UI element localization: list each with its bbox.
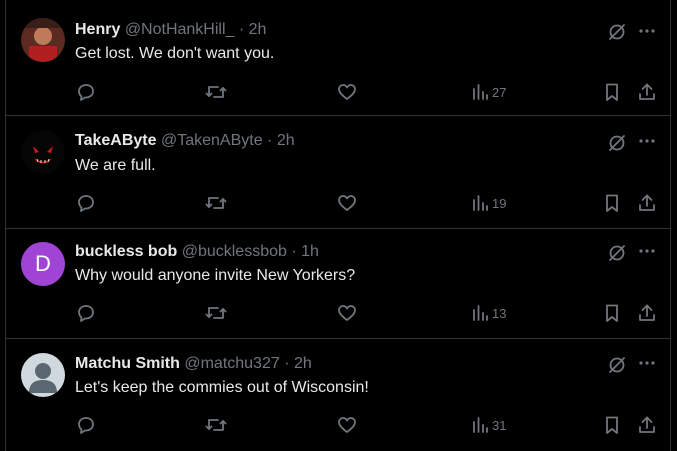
more-icon[interactable] [636,240,658,262]
view-count: 27 [492,84,507,100]
timestamp[interactable]: 2h [294,355,312,372]
more-icon[interactable] [636,130,658,152]
action-bar: 19 [6,192,670,214]
repost-icon [205,419,227,431]
action-bar: 13 [6,302,670,324]
avatar[interactable]: D [21,242,65,286]
repost-button[interactable] [205,302,227,324]
heart-icon [338,195,356,211]
reply-button[interactable] [76,302,96,324]
share-icon [639,194,655,211]
user-handle[interactable]: @bucklessbob [182,243,287,260]
tweet-text: Let's keep the commies out of Wisconsin! [75,379,369,396]
views-button[interactable]: 27 [471,81,506,103]
more-icon[interactable] [636,20,658,42]
heart-icon [338,417,356,433]
reply-icon [78,84,94,101]
views-button[interactable]: 19 [471,192,506,214]
reply-button[interactable] [76,81,96,103]
separator: · [284,355,290,372]
bookmark-icon [606,83,618,101]
share-icon [639,304,655,321]
tweet[interactable]: TakeAByte @TakenAByte · 2h We are full. … [6,116,670,229]
share-button[interactable] [637,192,657,214]
user-handle[interactable]: @matchu327 [184,355,279,372]
tweet-text: Why would anyone invite New Yorkers? [75,267,356,284]
action-bar: 27 [6,81,670,103]
avatar[interactable] [21,130,65,174]
grok-icon[interactable] [606,132,628,154]
share-button[interactable] [637,302,657,324]
heart-icon [338,305,356,321]
reply-icon [78,417,94,434]
repost-icon [205,86,227,98]
user-handle[interactable]: @NotHankHill_ [125,21,235,38]
timestamp[interactable]: 2h [249,21,267,38]
heart-icon [338,84,356,100]
bookmark-button[interactable] [603,81,621,103]
share-button[interactable] [637,414,657,436]
action-bar: 31 [6,414,670,436]
reply-button[interactable] [76,192,96,214]
reply-icon [78,195,94,212]
view-count: 31 [492,417,507,433]
like-button[interactable] [337,81,357,103]
separator: · [291,243,297,260]
view-count: 19 [492,195,507,211]
bookmark-button[interactable] [603,302,621,324]
avatar-letter: D [35,251,51,276]
repost-button[interactable] [205,414,227,436]
like-button[interactable] [337,414,357,436]
tweet[interactable]: D buckless bob @bucklessbob · 1h Why wou… [6,229,670,339]
views-icon [473,195,488,211]
views-icon [473,305,488,321]
tweet-header: Henry @NotHankHill_ · 2h [75,20,580,40]
grok-icon[interactable] [606,354,628,376]
bookmark-icon [606,304,618,322]
repost-button[interactable] [205,192,227,214]
display-name[interactable]: Matchu Smith [75,355,180,372]
avatar[interactable] [21,18,65,62]
reply-button[interactable] [76,414,96,436]
like-button[interactable] [337,192,357,214]
grok-icon[interactable] [606,21,628,43]
more-icon[interactable] [636,352,658,374]
tweet[interactable]: Matchu Smith @matchu327 · 2h Let's keep … [6,339,670,451]
bookmark-icon [606,194,618,212]
display-name[interactable]: buckless bob [75,243,177,260]
grok-icon[interactable] [606,242,628,264]
display-name[interactable]: TakeAByte [75,132,157,149]
like-button[interactable] [337,302,357,324]
repost-icon [205,197,227,209]
tweet-header: buckless bob @bucklessbob · 1h [75,242,580,262]
views-icon [473,417,488,433]
timestamp[interactable]: 2h [277,132,295,149]
views-icon [473,84,488,100]
repost-icon [205,307,227,319]
separator: · [267,132,273,149]
tweet-text: Get lost. We don't want you. [75,45,275,62]
reply-icon [78,305,94,322]
view-count: 13 [492,305,507,321]
display-name[interactable]: Henry [75,21,120,38]
avatar[interactable] [21,353,65,397]
tweet[interactable]: Henry @NotHankHill_ · 2h Get lost. We do… [6,0,670,116]
timeline: Henry @NotHankHill_ · 2h Get lost. We do… [5,0,671,451]
views-button[interactable]: 13 [471,302,506,324]
timestamp[interactable]: 1h [301,243,319,260]
user-handle[interactable]: @TakenAByte [161,132,263,149]
tweet-text: We are full. [75,157,156,174]
views-button[interactable]: 31 [471,414,506,436]
share-button[interactable] [637,81,657,103]
share-icon [639,416,655,433]
tweet-header: TakeAByte @TakenAByte · 2h [75,131,580,151]
bookmark-icon [606,416,618,434]
separator: · [238,21,245,38]
bookmark-button[interactable] [603,192,621,214]
tweet-header: Matchu Smith @matchu327 · 2h [75,354,580,374]
bookmark-button[interactable] [603,414,621,436]
repost-button[interactable] [205,81,227,103]
share-icon [639,83,655,100]
